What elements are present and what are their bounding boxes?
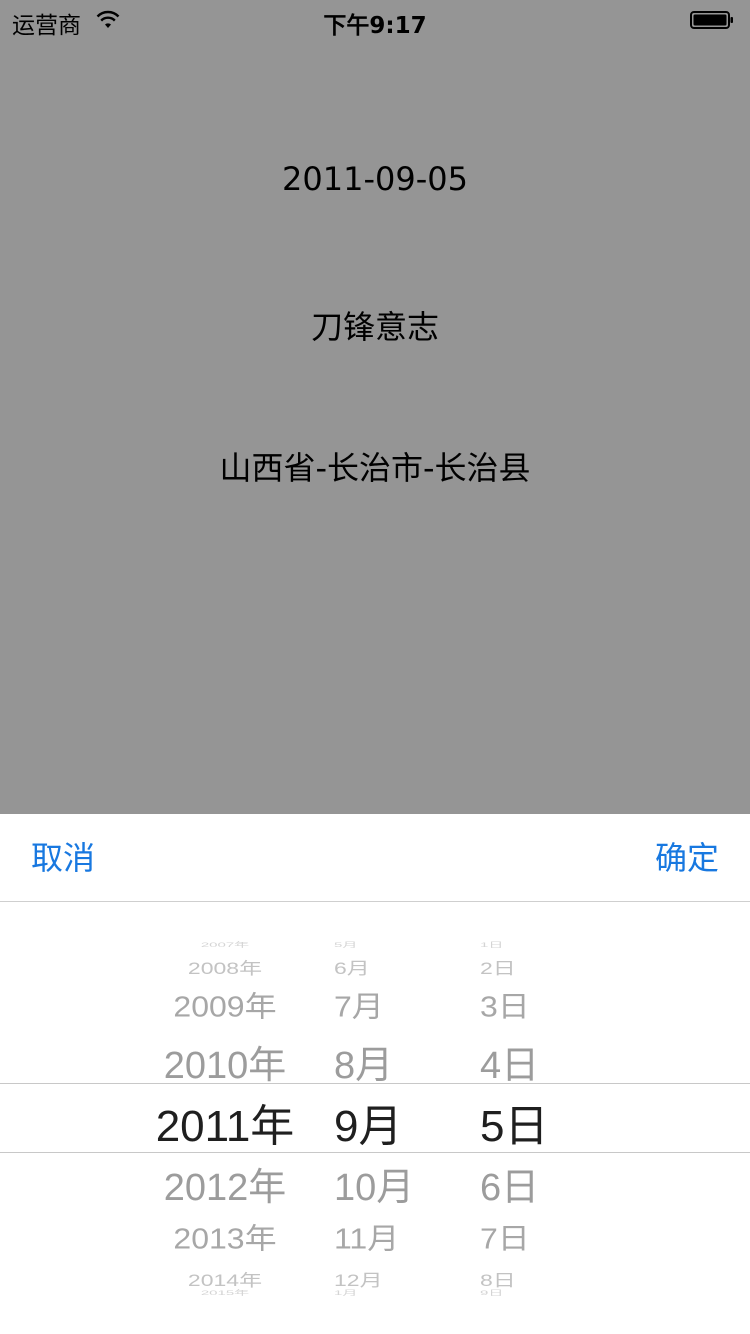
year-option[interactable]: 2015年	[130, 1288, 320, 1297]
selected-region-text: 山西省-长治市-长治县	[219, 449, 531, 487]
day-option[interactable]: 3日	[450, 984, 580, 1025]
selected-date-text: 2011-09-05	[282, 160, 468, 198]
year-option[interactable]: 2007年	[130, 940, 320, 949]
status-bar: 运营商 下午9:17	[0, 0, 750, 40]
month-option[interactable]: 10月	[320, 1156, 420, 1211]
year-option[interactable]: 2012年	[130, 1156, 320, 1211]
status-time: 下午9:17	[323, 13, 427, 39]
name-text: 刀锋意志	[310, 308, 439, 346]
day-option[interactable]: 2日	[450, 955, 580, 979]
picker-toolbar: 取消 确定	[0, 814, 750, 902]
date-picker-wheels[interactable]: 2007年 2008年 2009年 2010年 2011年 2012年 2013…	[0, 902, 750, 1334]
month-wheel[interactable]: 5月 6月 7月 8月 9月 10月 11月 12月 1月	[320, 902, 420, 1334]
day-option-selected[interactable]: 5日	[450, 1090, 580, 1154]
day-wheel[interactable]: 1日 2日 3日 4日 5日 6日 7日 8日 9日	[450, 902, 580, 1334]
month-option[interactable]: 5月	[320, 940, 420, 949]
month-option[interactable]: 6月	[320, 955, 420, 979]
day-option[interactable]: 4日	[450, 1034, 580, 1089]
day-option[interactable]: 7日	[450, 1216, 580, 1257]
day-option[interactable]: 6日	[450, 1156, 580, 1211]
date-picker-panel: 取消 确定 2007年 2008年 2009年 2010年 2011年 2012…	[0, 814, 750, 1334]
confirm-button[interactable]: 确定	[655, 836, 719, 880]
battery-icon	[690, 11, 734, 29]
dimmed-background[interactable]: 运营商 下午9:17 2011-09-05 刀锋意志 山西省-长治市-长治县	[0, 0, 750, 814]
year-option[interactable]: 2010年	[130, 1034, 320, 1089]
year-option[interactable]: 2009年	[130, 984, 320, 1025]
month-option[interactable]: 11月	[320, 1216, 420, 1257]
month-option[interactable]: 8月	[320, 1034, 420, 1089]
year-wheel[interactable]: 2007年 2008年 2009年 2010年 2011年 2012年 2013…	[130, 902, 320, 1334]
day-option[interactable]: 1日	[450, 940, 580, 949]
month-option[interactable]: 7月	[320, 984, 420, 1025]
year-option[interactable]: 2008年	[130, 955, 320, 979]
year-option[interactable]: 2013年	[130, 1216, 320, 1257]
day-option[interactable]: 9日	[450, 1288, 580, 1297]
month-option[interactable]: 1月	[320, 1288, 420, 1297]
cancel-button[interactable]: 取消	[31, 836, 95, 880]
month-option-selected[interactable]: 9月	[320, 1090, 420, 1154]
year-option-selected[interactable]: 2011年	[130, 1090, 320, 1154]
